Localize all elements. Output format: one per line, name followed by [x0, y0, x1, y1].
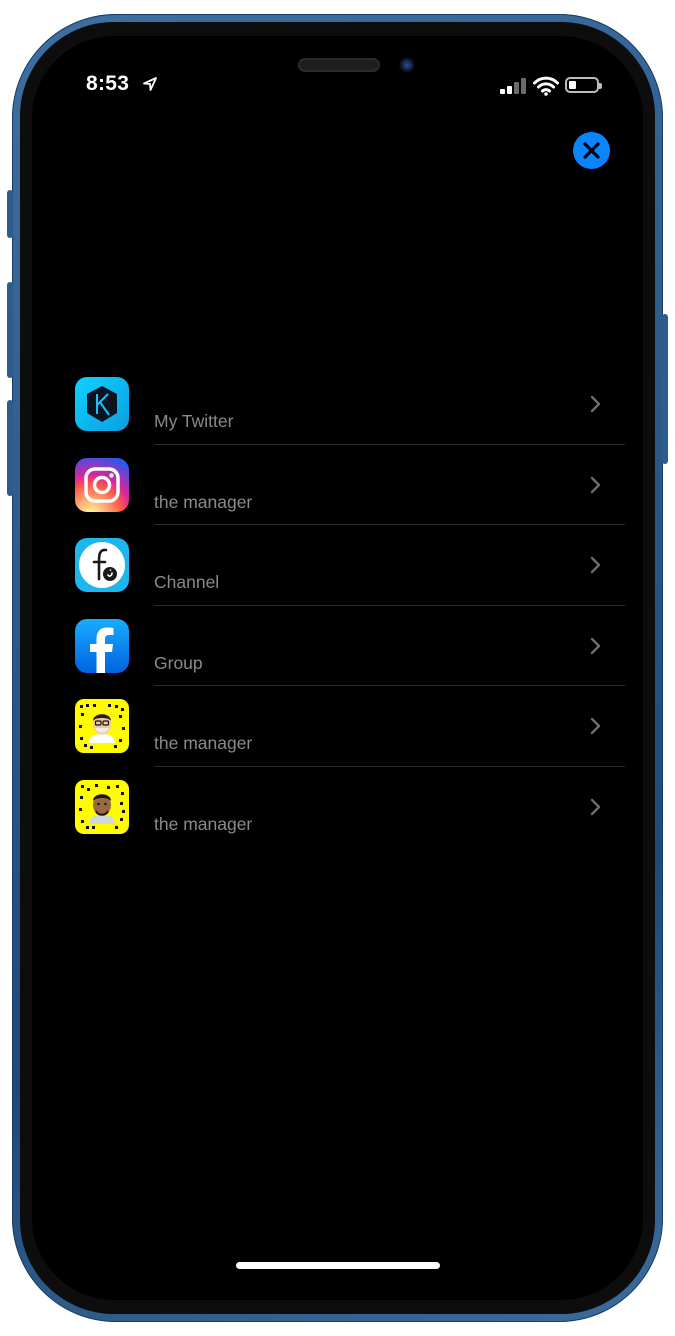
close-button[interactable]	[573, 132, 610, 169]
list-item[interactable]: Kurdstore.info My Twitter	[75, 364, 625, 445]
front-camera	[399, 57, 415, 73]
list-item[interactable]: ary__graphic the manager	[75, 445, 625, 526]
volume-up-button	[7, 282, 13, 378]
earpiece-speaker	[298, 58, 380, 72]
item-subtitle: My Twitter	[154, 411, 234, 431]
item-name: deary_nawzad	[154, 780, 311, 808]
item-subtitle: the manager	[154, 491, 253, 512]
item-name: ari_n10	[154, 700, 235, 728]
chevron-right-icon	[590, 637, 601, 654]
silent-switch	[7, 190, 13, 238]
item-subtitle: Group	[154, 652, 203, 673]
list-item[interactable]: ferkaribokurd Group	[75, 606, 625, 687]
snapchat-icon	[75, 779, 129, 834]
item-subtitle: the manager	[154, 813, 253, 834]
chevron-right-icon	[590, 718, 601, 735]
list-item[interactable]: deary_nawzad the manager	[75, 767, 625, 848]
item-name: ary__graphic	[154, 458, 293, 486]
close-icon	[583, 142, 600, 159]
list-item[interactable]: ari_n10 the manager	[75, 686, 625, 767]
home-indicator[interactable]	[236, 1262, 440, 1269]
status-time: 8:53	[86, 72, 130, 95]
item-subtitle: the manager	[154, 733, 253, 754]
ferkari-channel-icon	[75, 538, 129, 593]
snapchat-icon	[75, 699, 129, 754]
chevron-right-icon	[590, 476, 601, 493]
cellular-signal-icon	[500, 78, 528, 94]
item-subtitle: Channel	[154, 572, 220, 593]
chevron-right-icon	[590, 798, 601, 816]
kurdstore-icon	[75, 377, 129, 431]
section-title: positions	[75, 308, 209, 341]
item-name: Kurdstore.info	[154, 378, 304, 405]
chevron-right-icon	[590, 395, 601, 413]
list-item[interactable]: ferkaribokurd11 Channel	[75, 525, 625, 606]
item-name: ferkaribokurd	[154, 619, 295, 647]
positions-list: Kurdstore.info My Twitter ary__graphic t…	[75, 364, 625, 848]
power-button	[662, 314, 668, 464]
item-name: ferkaribokurd11	[154, 539, 319, 567]
battery-icon	[565, 77, 602, 93]
chevron-right-icon	[590, 556, 601, 574]
wifi-icon	[533, 76, 559, 96]
instagram-icon	[75, 457, 129, 512]
location-arrow-icon	[143, 77, 157, 91]
facebook-icon	[75, 618, 129, 673]
volume-down-button	[7, 400, 13, 496]
page-title: About	[75, 197, 209, 250]
